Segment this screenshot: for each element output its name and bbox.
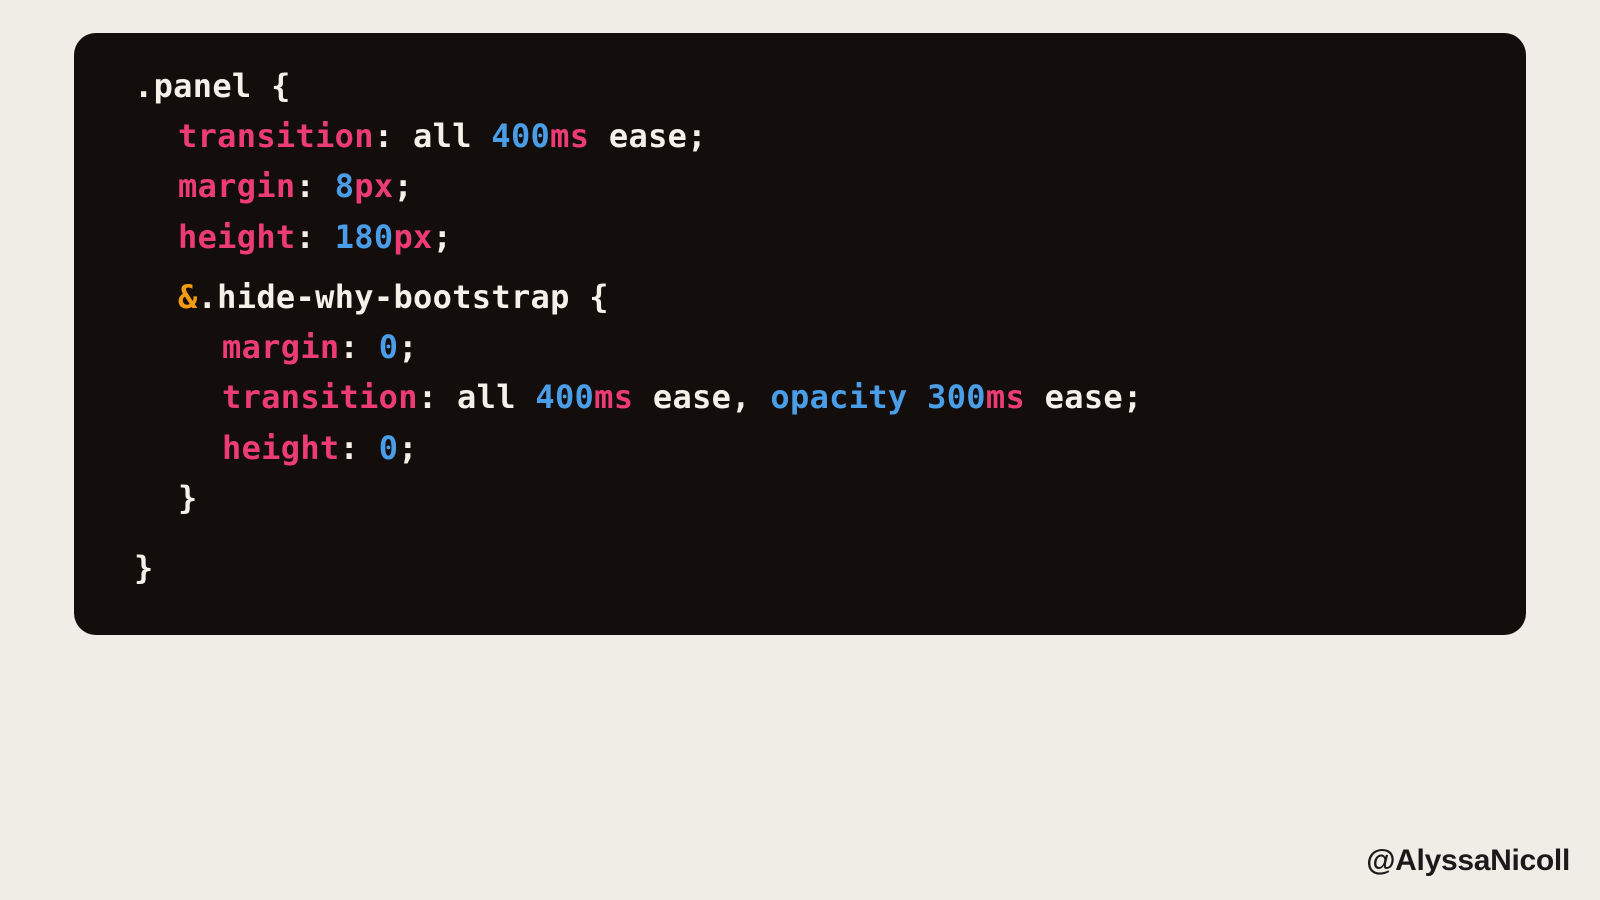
code-line-4: height: 180px; bbox=[134, 212, 1466, 262]
text: ; bbox=[398, 429, 418, 467]
text: : bbox=[296, 167, 335, 205]
close-brace: } bbox=[134, 549, 154, 587]
property-height: height bbox=[178, 218, 296, 256]
close-brace: } bbox=[178, 479, 198, 517]
text: : bbox=[340, 429, 379, 467]
code-line-6: margin: 0; bbox=[134, 322, 1466, 372]
text: ease, bbox=[633, 378, 770, 416]
text: ease; bbox=[1025, 378, 1143, 416]
code-line-8: height: 0; bbox=[134, 423, 1466, 473]
text: : all bbox=[374, 117, 492, 155]
unit: ms bbox=[986, 378, 1025, 416]
property-transition: transition bbox=[178, 117, 374, 155]
text: ; bbox=[398, 328, 418, 366]
identifier-opacity: opacity bbox=[770, 378, 907, 416]
code-line-10: } bbox=[134, 543, 1466, 593]
property-margin: margin bbox=[178, 167, 296, 205]
selector-panel: .panel { bbox=[134, 67, 291, 105]
attribution-handle: @AlyssaNicoll bbox=[1366, 844, 1570, 878]
code-line-9: } bbox=[134, 473, 1466, 523]
ampersand: & bbox=[178, 278, 198, 316]
text bbox=[908, 378, 928, 416]
selector-hide: .hide-why-bootstrap { bbox=[198, 278, 609, 316]
unit: px bbox=[354, 167, 393, 205]
property-height: height bbox=[222, 429, 340, 467]
code-line-1: .panel { bbox=[134, 61, 1466, 111]
number: 0 bbox=[379, 328, 399, 366]
text: ease; bbox=[589, 117, 707, 155]
text: ; bbox=[393, 167, 413, 205]
property-margin: margin bbox=[222, 328, 340, 366]
number: 8 bbox=[335, 167, 355, 205]
text: : bbox=[296, 218, 335, 256]
code-line-3: margin: 8px; bbox=[134, 161, 1466, 211]
code-block: .panel { transition: all 400ms ease; mar… bbox=[74, 33, 1526, 635]
number: 400 bbox=[491, 117, 550, 155]
number: 300 bbox=[927, 378, 986, 416]
code-line-5: &.hide-why-bootstrap { bbox=[134, 272, 1466, 322]
number: 180 bbox=[335, 218, 394, 256]
number: 0 bbox=[379, 429, 399, 467]
code-line-7: transition: all 400ms ease, opacity 300m… bbox=[134, 372, 1466, 422]
code-line-2: transition: all 400ms ease; bbox=[134, 111, 1466, 161]
text: : bbox=[340, 328, 379, 366]
unit: px bbox=[393, 218, 432, 256]
property-transition: transition bbox=[222, 378, 418, 416]
unit: ms bbox=[550, 117, 589, 155]
unit: ms bbox=[594, 378, 633, 416]
number: 400 bbox=[535, 378, 594, 416]
text: : all bbox=[418, 378, 536, 416]
text: ; bbox=[433, 218, 453, 256]
